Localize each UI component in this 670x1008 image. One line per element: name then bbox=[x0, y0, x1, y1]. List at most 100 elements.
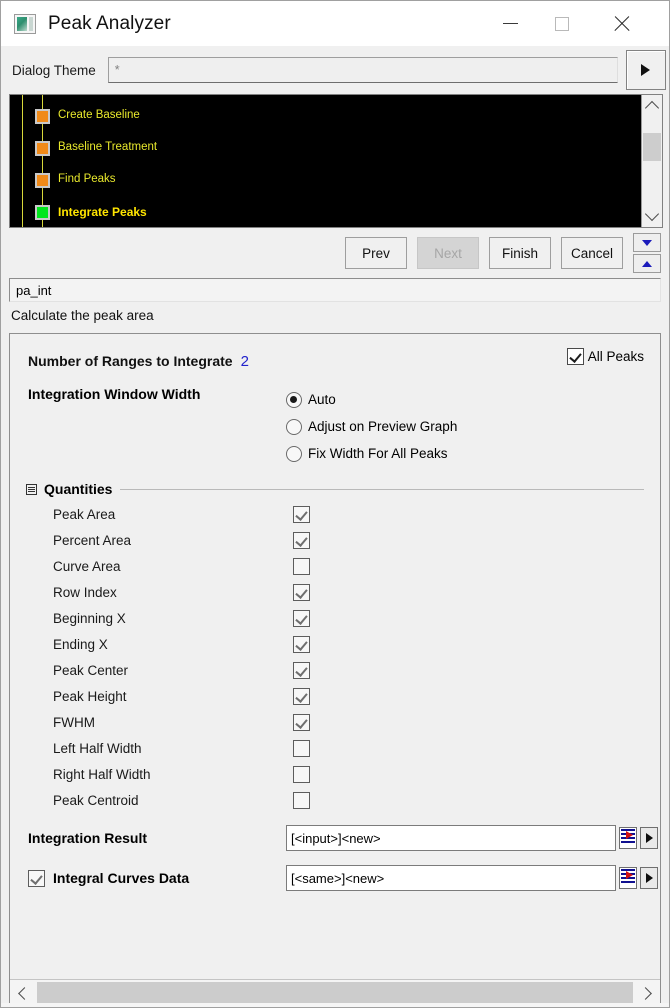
quantity-row-curve-area[interactable]: Curve Area bbox=[26, 553, 644, 579]
quantity-row-percent-area[interactable]: Percent Area bbox=[26, 527, 644, 553]
quantity-label: Percent Area bbox=[53, 532, 132, 548]
ranges-value[interactable]: 2 bbox=[241, 353, 249, 370]
quantity-checkbox[interactable] bbox=[293, 687, 310, 705]
worksheet-icon[interactable] bbox=[619, 867, 637, 889]
tree-connector-line-outer bbox=[22, 95, 23, 227]
integration-result-input[interactable]: [<input>]<new> bbox=[286, 825, 616, 851]
integration-result-label-wrap: Integration Result bbox=[28, 830, 286, 846]
quantity-row-row-index[interactable]: Row Index bbox=[26, 579, 644, 605]
all-peaks-checkbox[interactable] bbox=[566, 348, 584, 365]
collapse-box-icon[interactable] bbox=[26, 483, 37, 495]
quantity-row-peak-height[interactable]: Peak Height bbox=[26, 683, 644, 709]
wizard-nav-row: Prev Next Finish Cancel bbox=[1, 228, 669, 278]
ranges-label: Number of Ranges to Integrate bbox=[28, 353, 233, 369]
quantity-checkbox[interactable] bbox=[293, 609, 310, 627]
quantity-checkbox[interactable] bbox=[293, 661, 310, 679]
quantity-row-peak-center[interactable]: Peak Center bbox=[26, 657, 644, 683]
dialog-theme-input[interactable]: * bbox=[107, 57, 618, 83]
wizard-tree-panel: Create Baseline Baseline Treatment Find … bbox=[9, 94, 663, 228]
method-description: Calculate the peak area bbox=[11, 308, 154, 323]
quantity-row-fwhm[interactable]: FWHM bbox=[26, 709, 644, 735]
quantity-label: Right Half Width bbox=[53, 766, 151, 782]
worksheet-icon[interactable] bbox=[619, 827, 637, 849]
quantity-checkbox[interactable] bbox=[293, 505, 310, 523]
window-title: Peak Analyzer bbox=[48, 12, 171, 34]
tree-scroll-down-button[interactable] bbox=[642, 205, 662, 227]
quantity-checkbox[interactable] bbox=[293, 739, 310, 757]
quantity-label: Left Half Width bbox=[53, 740, 142, 756]
integral-curves-checkbox[interactable] bbox=[28, 869, 45, 887]
quantity-row-beginning-x[interactable]: Beginning X bbox=[26, 605, 644, 631]
quantity-row-right-half-width[interactable]: Right Half Width bbox=[26, 761, 644, 787]
all-peaks-checkbox-row[interactable]: All Peaks bbox=[566, 348, 644, 365]
radio-auto-indicator bbox=[286, 391, 302, 408]
quantity-row-peak-area[interactable]: Peak Area bbox=[26, 501, 644, 527]
integral-curves-row: Integral Curves Data [<same>]<new> bbox=[10, 863, 660, 893]
quantity-label: Peak Height bbox=[53, 688, 127, 704]
quantity-checkbox[interactable] bbox=[293, 531, 310, 549]
quantity-row-left-half-width[interactable]: Left Half Width bbox=[26, 735, 644, 761]
quantity-checkbox[interactable] bbox=[293, 713, 310, 731]
dialog-theme-menu-button[interactable] bbox=[625, 50, 666, 90]
all-peaks-label: All Peaks bbox=[587, 349, 644, 364]
chevron-down-icon bbox=[644, 206, 660, 222]
panel-horizontal-scrollbar[interactable] bbox=[10, 979, 660, 1006]
wizard-tree[interactable]: Create Baseline Baseline Treatment Find … bbox=[10, 95, 641, 227]
radio-adjust-indicator bbox=[286, 418, 302, 435]
quantity-label: Ending X bbox=[53, 636, 108, 652]
integral-curves-menu-button[interactable] bbox=[640, 867, 658, 889]
radio-adjust-on-preview-graph[interactable]: Adjust on Preview Graph bbox=[286, 413, 457, 440]
quantities-header: Quantities bbox=[26, 481, 644, 497]
minimize-button[interactable] bbox=[487, 1, 533, 46]
triangle-down-icon bbox=[642, 239, 652, 246]
cancel-button[interactable]: Cancel bbox=[561, 237, 623, 269]
chevron-up-icon bbox=[644, 100, 660, 116]
tree-scrollbar-thumb[interactable] bbox=[643, 133, 661, 161]
quantity-checkbox[interactable] bbox=[293, 583, 310, 601]
quantities-divider bbox=[120, 488, 644, 490]
triangle-right-icon bbox=[641, 64, 651, 76]
app-icon-gradient bbox=[17, 16, 27, 31]
panel-scroll-up-button[interactable] bbox=[633, 254, 661, 273]
hscrollbar-thumb[interactable] bbox=[37, 982, 633, 1004]
maximize-button[interactable] bbox=[539, 1, 585, 46]
integration-window-width-label: Integration Window Width bbox=[28, 386, 201, 402]
quantity-label: Peak Centroid bbox=[53, 792, 139, 808]
close-button[interactable] bbox=[599, 1, 645, 46]
close-icon bbox=[613, 15, 631, 33]
integration-result-row: Integration Result [<input>]<new> bbox=[10, 823, 660, 853]
method-name-input[interactable]: pa_int bbox=[9, 278, 661, 302]
radio-auto-label: Auto bbox=[308, 392, 336, 407]
integration-window-width-radiogroup: Auto Adjust on Preview Graph Fix Width F… bbox=[286, 386, 457, 467]
quantity-checkbox[interactable] bbox=[293, 791, 310, 809]
radio-fix-width-for-all-peaks[interactable]: Fix Width For All Peaks bbox=[286, 440, 457, 467]
quantities-group: Quantities Peak Area Percent Area Curve … bbox=[26, 481, 644, 813]
quantity-row-peak-centroid[interactable]: Peak Centroid bbox=[26, 787, 644, 813]
tree-node-label: Create Baseline bbox=[58, 109, 140, 121]
quantity-label: Peak Center bbox=[53, 662, 129, 678]
tree-node-label: Find Peaks bbox=[58, 173, 116, 185]
quantity-checkbox[interactable] bbox=[293, 635, 310, 653]
tree-scroll-up-button[interactable] bbox=[642, 95, 662, 117]
integral-curves-label-wrap[interactable]: Integral Curves Data bbox=[28, 869, 286, 887]
maximize-icon bbox=[555, 16, 569, 31]
finish-button[interactable]: Finish bbox=[489, 237, 551, 269]
radio-adjust-label: Adjust on Preview Graph bbox=[308, 419, 458, 434]
quantity-checkbox[interactable] bbox=[293, 557, 310, 575]
quantity-label: FWHM bbox=[53, 714, 95, 730]
prev-button[interactable]: Prev bbox=[345, 237, 407, 269]
quantity-row-ending-x[interactable]: Ending X bbox=[26, 631, 644, 657]
chevron-left-icon bbox=[18, 986, 31, 1000]
integration-result-menu-button[interactable] bbox=[640, 827, 658, 849]
next-button[interactable]: Next bbox=[417, 237, 479, 269]
tree-vertical-scrollbar[interactable] bbox=[641, 95, 662, 227]
integral-curves-input[interactable]: [<same>]<new> bbox=[286, 865, 616, 891]
radio-auto[interactable]: Auto bbox=[286, 386, 457, 413]
tree-node-label: Baseline Treatment bbox=[58, 141, 158, 153]
app-window-icon bbox=[14, 13, 36, 34]
triangle-right-icon bbox=[645, 873, 653, 883]
panel-scroll-down-button[interactable] bbox=[633, 233, 661, 252]
quantity-checkbox[interactable] bbox=[293, 765, 310, 783]
tree-node-status-icon bbox=[35, 141, 50, 156]
red-arrow-icon bbox=[626, 871, 633, 879]
